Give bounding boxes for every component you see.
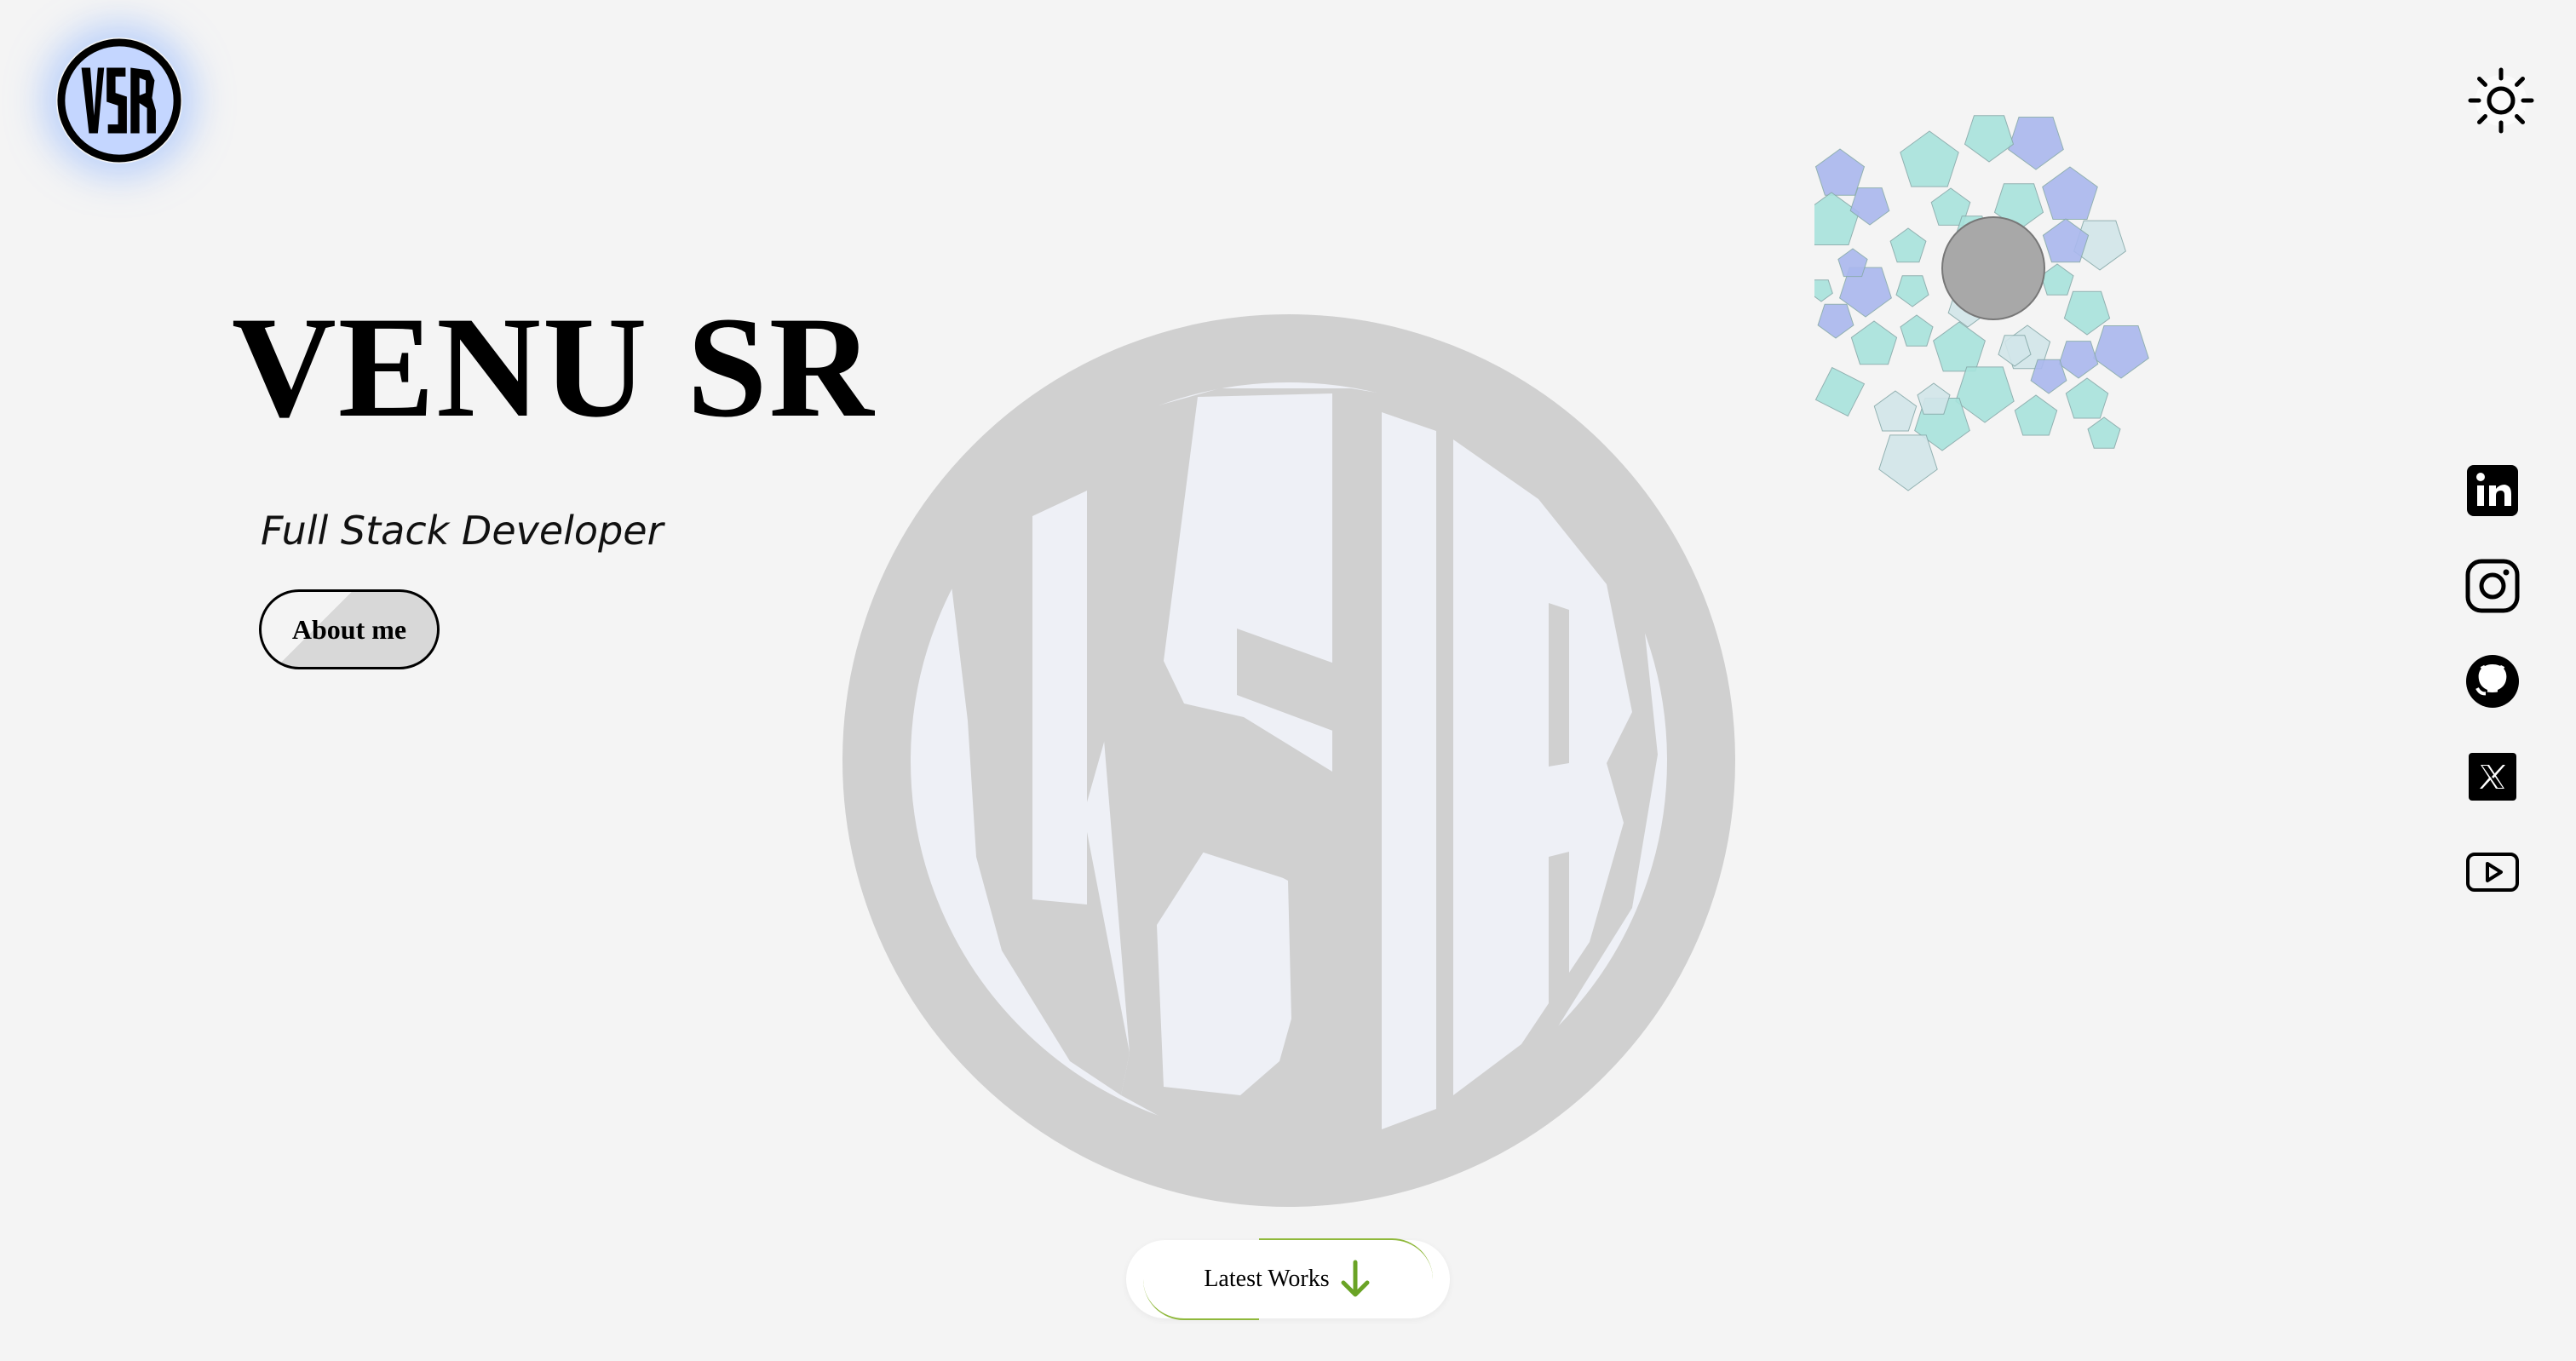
logo-emblem-icon xyxy=(57,38,181,163)
polygon-cluster-graphic xyxy=(1814,94,2172,494)
cluster-polygon xyxy=(1873,390,1918,432)
instagram-icon xyxy=(2465,559,2520,613)
watermark-emblem xyxy=(840,312,1738,1209)
cluster-polygon xyxy=(2042,218,2090,263)
cluster-polygon xyxy=(1917,382,1951,415)
theme-toggle-button[interactable] xyxy=(2464,63,2539,138)
cluster-polygon xyxy=(2093,325,2149,379)
cluster-polygon xyxy=(1900,314,1934,347)
x-link[interactable] xyxy=(2465,749,2520,804)
cluster-polygon xyxy=(1895,275,1929,307)
arrow-down-icon xyxy=(1338,1259,1372,1300)
site-logo[interactable] xyxy=(56,37,182,164)
cluster-polygon xyxy=(1964,115,2015,163)
cluster-polygon xyxy=(2014,394,2058,436)
cluster-polygon xyxy=(2065,377,2109,419)
x-icon xyxy=(2469,753,2516,801)
linkedin-icon xyxy=(2467,465,2518,516)
youtube-icon xyxy=(2466,853,2519,892)
cluster-center-ball xyxy=(1941,216,2045,320)
polygon-cluster-icon xyxy=(1814,115,2149,491)
cluster-polygon xyxy=(1878,434,1938,491)
cluster-polygon xyxy=(2042,166,2098,220)
cluster-polygon xyxy=(2030,359,2067,394)
cluster-polygon xyxy=(1933,321,1986,372)
cluster-polygon xyxy=(1850,320,1898,365)
cluster-polygon xyxy=(2087,416,2121,449)
cluster-polygon xyxy=(1814,192,1860,245)
cluster-polygon xyxy=(2008,117,2064,170)
cluster-polygon xyxy=(1817,303,1854,339)
watermark-logo-icon xyxy=(842,314,1735,1207)
instagram-link[interactable] xyxy=(2465,559,2520,613)
cluster-polygon xyxy=(2058,341,2099,379)
github-icon xyxy=(2466,655,2519,708)
linkedin-link[interactable] xyxy=(2465,463,2520,518)
cluster-polygon xyxy=(1814,279,1833,302)
cluster-polygon xyxy=(1814,366,1866,417)
about-me-button[interactable]: About me xyxy=(259,589,440,669)
cluster-polygon xyxy=(1900,130,1959,187)
latest-works-button[interactable]: Latest Works xyxy=(1126,1240,1450,1318)
hero-name: VENU SR xyxy=(232,287,876,447)
sun-icon xyxy=(2468,67,2534,134)
cluster-polygon xyxy=(1889,227,1927,263)
youtube-link[interactable] xyxy=(2465,845,2520,899)
github-link[interactable] xyxy=(2465,654,2520,709)
cluster-polygon xyxy=(1814,148,1866,196)
cluster-polygon xyxy=(1837,248,1868,278)
cluster-polygon xyxy=(2040,263,2074,296)
hero-role: Full Stack Developer xyxy=(261,508,664,554)
latest-works-label: Latest Works xyxy=(1204,1266,1330,1292)
